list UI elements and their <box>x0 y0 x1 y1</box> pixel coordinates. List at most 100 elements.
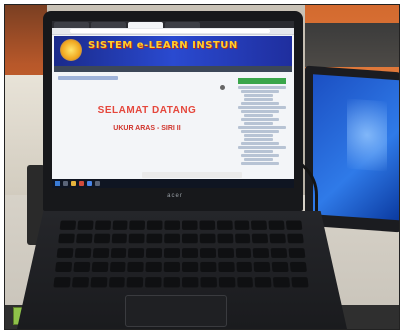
keyboard-key <box>235 262 253 273</box>
sidebar-tree-item <box>244 93 273 98</box>
sidebar-tree-item <box>238 125 286 130</box>
keyboard-key <box>55 262 73 273</box>
keyboard-key <box>108 276 126 288</box>
keyboard-key <box>163 262 180 273</box>
keyboard-key <box>199 247 216 258</box>
keyboard-key <box>269 234 287 244</box>
keyboard-key <box>163 276 180 288</box>
keyboard <box>53 220 309 290</box>
keyboard-key <box>253 262 271 273</box>
keyboard-key <box>271 262 289 273</box>
sidebar-tree-item <box>241 89 280 94</box>
sidebar-tree-item <box>244 121 273 126</box>
keyboard-key <box>285 220 303 230</box>
site-logo <box>60 39 82 61</box>
keyboard-key <box>94 220 111 230</box>
browser-icon[interactable] <box>79 181 84 186</box>
keyboard-key <box>200 276 217 288</box>
keyboard-key <box>199 220 215 230</box>
keyboard-key <box>92 247 109 258</box>
app-icon[interactable] <box>95 181 100 186</box>
sidebar-tree-item <box>241 161 280 166</box>
keyboard-key <box>252 234 269 244</box>
keyboard-key <box>164 247 180 258</box>
site-banner: SISTEM e-LEARN INSTUN <box>54 36 292 66</box>
dark-shelf <box>305 23 399 67</box>
keyboard-key <box>253 247 270 258</box>
sidebar-tree-item <box>241 129 280 134</box>
keyboard-key <box>289 262 307 273</box>
keyboard-key <box>288 247 306 258</box>
keyboard-key <box>93 234 110 244</box>
site-navbar <box>54 66 292 72</box>
keyboard-key <box>181 234 198 244</box>
url-field[interactable] <box>70 29 270 33</box>
keyboard-key <box>128 234 145 244</box>
edit-button[interactable] <box>203 85 219 90</box>
keyboard-key <box>216 220 233 230</box>
touchpad <box>125 295 227 327</box>
keyboard-key <box>74 247 92 258</box>
keyboard-key <box>234 234 251 244</box>
keyboard-key <box>128 247 145 258</box>
browser-tab-bar <box>52 21 294 28</box>
welcome-heading: SELAMAT DATANG <box>97 105 197 116</box>
photo-frame: acer SISTEM e-LEARN INSTUN SELAMAT DATAN… <box>4 4 400 330</box>
keyboard-key <box>111 234 128 244</box>
sidebar-tree-item <box>244 149 273 154</box>
banner-title: SISTEM e-LEARN INSTUN <box>88 40 238 51</box>
keyboard-key <box>71 276 89 288</box>
keyboard-key <box>164 220 181 230</box>
sidebar-tree-item <box>238 86 286 90</box>
keyboard-key <box>236 276 254 288</box>
folder-icon[interactable] <box>71 181 76 186</box>
sidebar-tree-item <box>241 109 280 114</box>
sidebar-tree-item <box>241 141 280 146</box>
breadcrumb <box>58 76 118 80</box>
search-icon[interactable] <box>63 181 68 186</box>
event-title: UKUR ARAS - SIRI II <box>113 125 181 132</box>
keyboard-key <box>109 262 127 273</box>
sidebar-tree-item <box>244 137 273 142</box>
windows-start-icon[interactable] <box>55 181 60 186</box>
gear-icon[interactable] <box>220 85 225 90</box>
keyboard-key <box>254 276 272 288</box>
keyboard-key <box>199 262 217 273</box>
sidebar-tree-item <box>244 133 273 138</box>
app-icon[interactable] <box>87 181 92 186</box>
sidebar-tree-item <box>244 113 273 118</box>
keyboard-key <box>75 234 93 244</box>
keyboard-key <box>129 220 146 230</box>
sidebar-tree-item <box>238 145 286 150</box>
sidebar-tree-item <box>244 97 273 102</box>
second-monitor <box>305 65 399 233</box>
keyboard-key <box>145 262 163 273</box>
keyboard-key <box>273 276 291 288</box>
keyboard-key <box>181 262 199 273</box>
keyboard-key <box>182 276 199 288</box>
keyboard-key <box>199 234 216 244</box>
keyboard-key <box>90 276 108 288</box>
keyboard-key <box>217 234 234 244</box>
keyboard-key <box>73 262 91 273</box>
keyboard-key <box>110 247 127 258</box>
keyboard-key <box>56 247 74 258</box>
keyboard-key <box>291 276 309 288</box>
keyboard-key <box>112 220 129 230</box>
keyboard-key <box>146 247 163 258</box>
keyboard-key <box>126 276 144 288</box>
keyboard-key <box>218 276 236 288</box>
sidebar-tree-item <box>244 157 273 162</box>
sidebar-tree-item <box>238 105 286 110</box>
keyboard-key <box>59 220 77 230</box>
keyboard-key <box>181 220 198 230</box>
keyboard-key <box>235 247 252 258</box>
keyboard-key <box>77 220 94 230</box>
sidebar-tree <box>238 86 286 176</box>
keyboard-key <box>233 220 250 230</box>
sidebar-tree-item <box>241 101 280 106</box>
keyboard-key <box>164 234 181 244</box>
keyboard-key <box>127 262 145 273</box>
keyboard-key <box>58 234 75 244</box>
laptop-brand-logo: acer <box>167 193 183 199</box>
